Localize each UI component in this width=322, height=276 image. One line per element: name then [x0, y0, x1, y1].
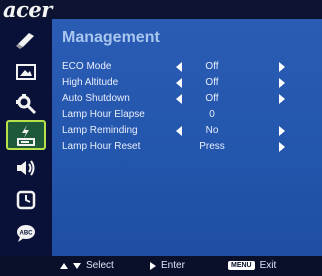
setting-label: Lamp Reminding — [62, 125, 138, 136]
setting-label: ECO Mode — [62, 61, 112, 72]
hint-enter-label: Enter — [161, 260, 185, 271]
language-icon: ABC — [17, 225, 35, 242]
setting-value: 0 — [209, 109, 215, 120]
hint-exit-label: Exit — [259, 260, 277, 271]
top-bar: acer — [0, 0, 322, 22]
setting-row-lamp-reminding[interactable]: Lamp Reminding No — [52, 123, 322, 139]
svg-text:ABC: ABC — [20, 231, 34, 237]
sidebar-item-color[interactable] — [6, 25, 46, 55]
color-wand-icon — [16, 33, 34, 49]
settings-icon — [16, 94, 37, 115]
hint-select-label: Select — [86, 260, 114, 271]
sidebar-item-language[interactable]: ABC — [6, 218, 46, 248]
arrow-right-icon[interactable] — [279, 62, 285, 72]
footer-hint-bar: Select Enter MENU Exit — [0, 256, 322, 276]
sidebar-item-audio[interactable] — [6, 153, 46, 183]
hint-select: Select — [60, 260, 114, 271]
hint-enter: Enter — [150, 260, 185, 271]
sidebar-item-settings[interactable] — [6, 89, 46, 119]
management-icon — [17, 125, 35, 146]
setting-label: High Altitude — [62, 77, 119, 88]
setting-value: No — [205, 125, 219, 136]
setting-row-high-altitude[interactable]: High Altitude Off — [52, 75, 322, 91]
arrow-right-icon — [150, 261, 156, 270]
setting-value: Off — [205, 93, 219, 104]
arrow-right-icon[interactable] — [279, 94, 285, 104]
projector-osd: acer ABC Management ECO Mode Off High Al… — [0, 0, 322, 276]
sidebar-item-timer[interactable] — [6, 185, 46, 215]
sidebar-item-image[interactable] — [6, 57, 46, 87]
audio-icon — [17, 160, 35, 176]
setting-row-lamp-hour-elapse: Lamp Hour Elapse 0 — [52, 107, 322, 123]
arrow-right-icon[interactable] — [279, 126, 285, 136]
hint-exit: MENU Exit — [228, 260, 276, 271]
panel-title: Management — [62, 29, 160, 46]
arrow-right-icon[interactable] — [279, 78, 285, 88]
setting-value: Press — [199, 141, 225, 152]
setting-row-eco-mode[interactable]: ECO Mode Off — [52, 59, 322, 75]
category-sidebar: ABC — [0, 19, 52, 256]
setting-row-auto-shutdown[interactable]: Auto Shutdown Off — [52, 91, 322, 107]
image-icon — [16, 64, 36, 80]
setting-value: Off — [205, 61, 219, 72]
setting-label: Auto Shutdown — [62, 93, 130, 104]
setting-row-lamp-hour-reset[interactable]: Lamp Hour Reset Press — [52, 139, 322, 155]
timer-icon — [16, 190, 36, 210]
setting-value: Off — [205, 77, 219, 88]
sidebar-item-management[interactable] — [6, 120, 46, 150]
arrow-up-icon — [60, 262, 68, 269]
arrow-down-icon — [73, 262, 81, 269]
menu-key-icon: MENU — [228, 261, 255, 270]
setting-label: Lamp Hour Reset — [62, 141, 141, 152]
arrow-right-icon[interactable] — [279, 142, 285, 152]
setting-label: Lamp Hour Elapse — [62, 109, 145, 120]
management-panel: Management ECO Mode Off High Altitude Of… — [52, 19, 322, 256]
